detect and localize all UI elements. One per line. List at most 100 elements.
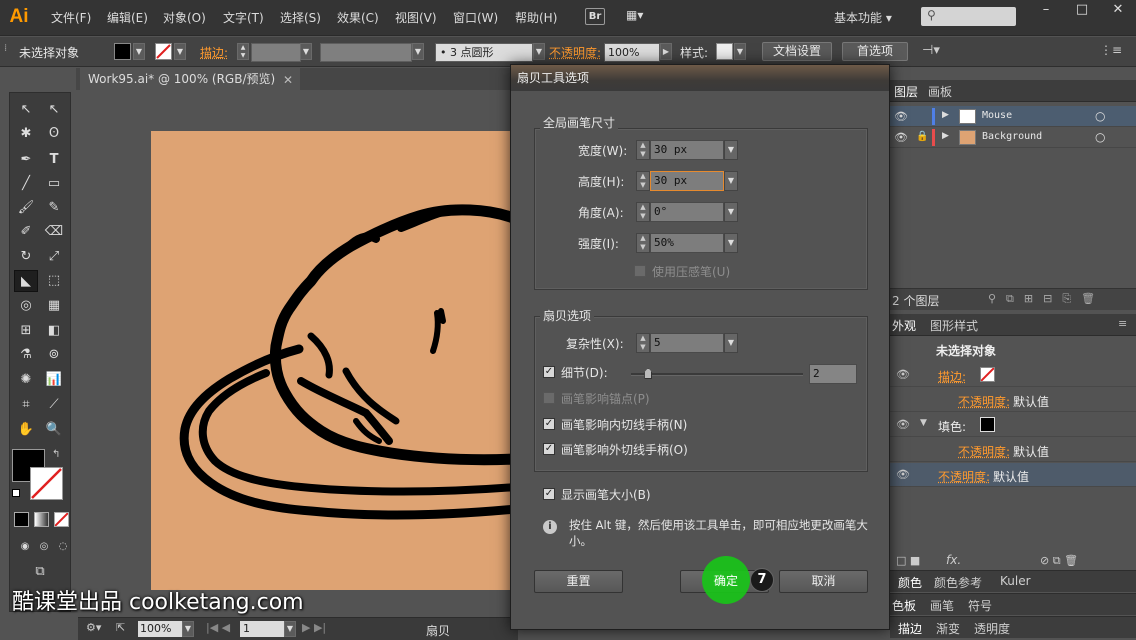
complexity-field[interactable]: 5: [650, 333, 724, 353]
appearance-opacity-row[interactable]: 👁 不透明度: 默认值: [890, 463, 1136, 487]
stroke-color-box[interactable]: [30, 467, 63, 500]
intensity-field[interactable]: 50%: [650, 233, 724, 253]
minimize-button[interactable]: –: [1028, 0, 1064, 22]
mesh-tool-icon[interactable]: ⊞: [14, 320, 38, 342]
menu-edit[interactable]: 编辑(E): [107, 9, 148, 26]
layer-name[interactable]: Mouse: [982, 110, 1012, 121]
help-search-input[interactable]: ⚲: [921, 7, 1016, 26]
type-tool-icon[interactable]: T: [42, 149, 66, 171]
status-menu-icon[interactable]: ⚙▾: [86, 621, 101, 634]
pen-tool-icon[interactable]: ✒: [14, 149, 38, 171]
menu-view[interactable]: 视图(V): [395, 9, 437, 26]
eye-icon[interactable]: 👁: [894, 131, 908, 144]
chevron-down-icon[interactable]: ▼: [734, 43, 746, 60]
lasso-tool-icon[interactable]: ʘ: [42, 123, 66, 145]
pressure-pen-checkbox[interactable]: [634, 265, 646, 277]
intensity-spinner[interactable]: ▲ ▼: [636, 233, 650, 253]
variable-width-profile[interactable]: [320, 43, 412, 62]
stroke-label[interactable]: 描边:: [200, 44, 228, 61]
reset-button[interactable]: 重置: [534, 570, 623, 593]
dialog-title[interactable]: 扇贝工具选项: [511, 65, 889, 91]
chevron-down-icon[interactable]: ▼: [133, 43, 145, 60]
line-tool-icon[interactable]: ╱: [14, 173, 38, 195]
gradient-mode-icon[interactable]: [34, 512, 49, 527]
magic-wand-tool-icon[interactable]: ✱: [14, 123, 38, 145]
detail-field[interactable]: 2: [809, 364, 857, 384]
angle-field[interactable]: 0°: [650, 202, 724, 222]
opacity-label[interactable]: 不透明度:: [549, 44, 601, 61]
tab-swatches[interactable]: 色板: [892, 597, 916, 614]
fill-swatch[interactable]: [980, 417, 995, 432]
brush-anchor-checkbox[interactable]: [543, 392, 555, 404]
eraser-tool-icon[interactable]: ⌫: [42, 221, 66, 243]
bridge-button[interactable]: Br: [585, 8, 605, 25]
stroke-weight-field[interactable]: [251, 43, 301, 62]
chevron-down-icon[interactable]: ▼: [724, 171, 738, 191]
opacity-label[interactable]: 不透明度:: [938, 468, 990, 485]
style-swatch[interactable]: [716, 43, 733, 60]
tab-layers[interactable]: 图层: [894, 83, 918, 100]
angle-spinner[interactable]: ▲ ▼: [636, 202, 650, 222]
preferences-button[interactable]: 首选项: [842, 42, 908, 61]
menu-object[interactable]: 对象(O): [163, 9, 206, 26]
slice-tool-icon[interactable]: ⟋: [42, 394, 66, 416]
perspective-grid-tool-icon[interactable]: ▦: [42, 295, 66, 317]
fill-label[interactable]: 填色:: [938, 418, 966, 435]
menu-select[interactable]: 选择(S): [280, 9, 321, 26]
opacity-field[interactable]: 100%: [604, 43, 660, 62]
appearance-fill-row[interactable]: 👁 ▼ 填色:: [890, 413, 1136, 437]
column-graph-tool-icon[interactable]: 📊: [42, 369, 66, 391]
stroke-label[interactable]: 描边:: [938, 368, 966, 385]
in-tangent-checkbox[interactable]: ✓: [543, 418, 555, 430]
expand-triangle-icon[interactable]: ▼: [920, 418, 927, 428]
rectangle-tool-icon[interactable]: ▭: [42, 173, 66, 195]
chevron-down-icon[interactable]: ▼: [174, 43, 186, 60]
brush-definition[interactable]: • 3 点圆形: [435, 43, 533, 62]
chevron-down-icon[interactable]: ▼: [724, 202, 738, 222]
layer-row[interactable]: 👁 🔒 ▶ Background ○: [890, 127, 1136, 148]
menu-help[interactable]: 帮助(H): [515, 9, 557, 26]
symbol-sprayer-tool-icon[interactable]: ✺: [14, 369, 38, 391]
pencil-tool-icon[interactable]: ✎: [42, 197, 66, 219]
gradient-tool-icon[interactable]: ◧: [42, 320, 66, 342]
tab-kuler[interactable]: Kuler: [1000, 574, 1031, 588]
chevron-down-icon[interactable]: ▼: [300, 43, 312, 60]
color-mode-icon[interactable]: [14, 512, 29, 527]
close-window-button[interactable]: ✕: [1100, 0, 1136, 22]
draw-inside-icon[interactable]: ◌: [51, 536, 75, 558]
out-tangent-checkbox[interactable]: ✓: [543, 443, 555, 455]
tab-gradient[interactable]: 渐变: [936, 620, 960, 637]
scallop-tool-icon[interactable]: ◣: [14, 270, 38, 292]
height-spinner[interactable]: ▲ ▼: [636, 171, 650, 191]
open-icon[interactable]: ⇱: [116, 621, 125, 634]
width-spinner[interactable]: ▲ ▼: [636, 140, 650, 160]
default-colors-icon[interactable]: [12, 489, 20, 497]
chevron-down-icon[interactable]: ▼: [724, 333, 738, 353]
tab-symbols[interactable]: 符号: [968, 597, 992, 614]
appearance-actions-icon[interactable]: ⊘ ⧉ 🗑: [1040, 554, 1078, 568]
cancel-button[interactable]: 取消: [779, 570, 868, 593]
stroke-weight-spinner[interactable]: ▲ ▼: [237, 43, 249, 60]
document-setup-button[interactable]: 文档设置: [762, 42, 832, 61]
appearance-opacity-row[interactable]: 不透明度: 默认值: [890, 438, 1136, 462]
appearance-opacity-row[interactable]: 不透明度: 默认值: [890, 388, 1136, 412]
tab-stroke[interactable]: 描边: [898, 620, 922, 637]
opacity-label[interactable]: 不透明度:: [958, 443, 1010, 460]
layer-name[interactable]: Background: [982, 131, 1042, 142]
stroke-swatch[interactable]: [155, 43, 172, 60]
blend-tool-icon[interactable]: ⊚: [42, 344, 66, 366]
blob-brush-tool-icon[interactable]: ✐: [14, 221, 38, 243]
width-field[interactable]: 30 px: [650, 140, 724, 160]
scale-tool-icon[interactable]: ⤢: [42, 246, 66, 268]
paintbrush-tool-icon[interactable]: 🖌: [14, 197, 38, 219]
chevron-down-icon[interactable]: ▼: [724, 140, 738, 160]
last-page-icon[interactable]: ▶ ▶|: [302, 621, 326, 634]
complexity-spinner[interactable]: ▲ ▼: [636, 333, 650, 353]
menu-file[interactable]: 文件(F): [51, 9, 91, 26]
eyedropper-tool-icon[interactable]: ⚗: [14, 344, 38, 366]
chevron-down-icon[interactable]: ▶: [660, 43, 672, 60]
layer-actions-icon[interactable]: ⚲⧉⊞⊟⎘🗑: [988, 292, 1105, 306]
eye-icon[interactable]: 👁: [894, 110, 908, 123]
direct-selection-tool-icon[interactable]: ↖: [42, 99, 66, 121]
chevron-down-icon[interactable]: ▼: [284, 621, 296, 637]
